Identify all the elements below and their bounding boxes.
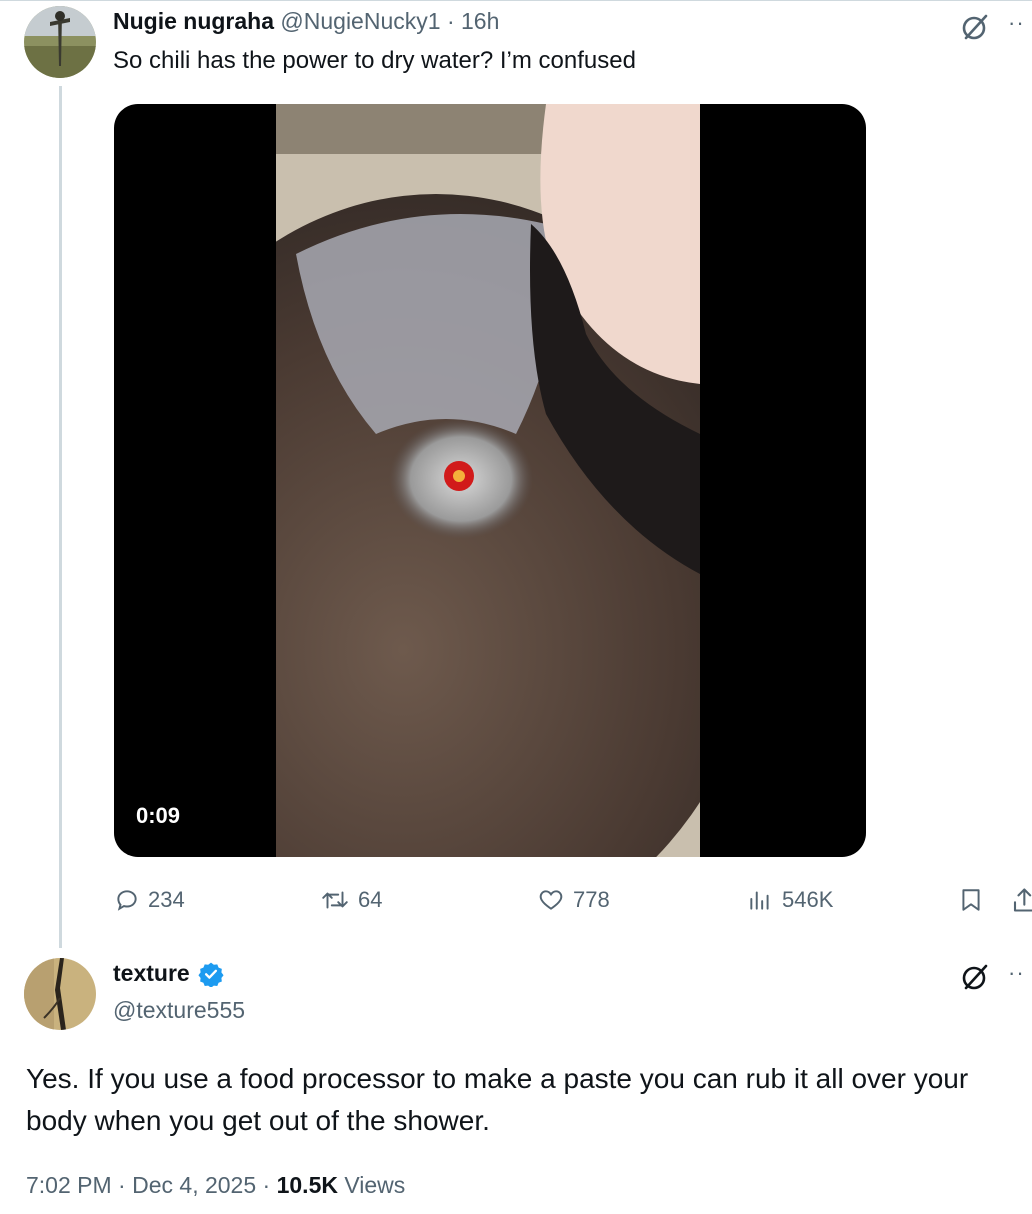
thread-line — [59, 86, 62, 948]
reply-author-name[interactable]: texture — [113, 960, 190, 987]
bookmark-button[interactable] — [958, 884, 992, 916]
share-button[interactable] — [1012, 884, 1032, 916]
views-count: 546K — [782, 887, 834, 912]
top-divider — [0, 0, 1032, 1]
parent-author-name[interactable]: Nugie nugraha — [113, 8, 274, 34]
grok-icon[interactable] — [960, 962, 990, 992]
retweet-button[interactable]: 64 — [320, 884, 382, 916]
reply-icon — [117, 890, 137, 911]
share-icon — [1013, 888, 1032, 912]
reply-time[interactable]: 7:02 PM — [26, 1172, 112, 1198]
video-frame — [276, 104, 700, 857]
heart-icon — [539, 890, 563, 910]
reply-date[interactable]: Dec 4, 2025 — [132, 1172, 256, 1198]
reply-meta: 7:02 PM · Dec 4, 2025 · 10.5K Views — [26, 1172, 405, 1199]
video-duration: 0:09 — [136, 803, 181, 828]
verified-badge-icon[interactable] — [198, 961, 224, 987]
analytics-icon — [750, 891, 769, 910]
more-icon[interactable]: ·· — [1008, 960, 1025, 986]
reply-views-count: 10.5K — [276, 1172, 338, 1198]
reply-button[interactable]: 234 — [114, 884, 185, 916]
like-count: 778 — [573, 887, 610, 912]
grok-icon[interactable] — [960, 12, 990, 42]
parent-timestamp[interactable]: 16h — [461, 8, 499, 34]
like-button[interactable]: 778 — [537, 884, 610, 916]
parent-header: Nugie nugraha @NugieNucky1 · 16h — [113, 8, 499, 35]
retweet-icon — [322, 891, 348, 909]
bookmark-icon — [962, 889, 980, 911]
parent-avatar[interactable] — [24, 6, 96, 78]
reply-count: 234 — [148, 887, 185, 912]
video-player[interactable]: 0:09 — [114, 104, 866, 857]
separator-dot: · — [262, 1172, 271, 1198]
parent-tweet-text: So chili has the power to dry water? I’m… — [113, 47, 636, 74]
separator-dot: · — [118, 1172, 126, 1198]
reply-author-handle[interactable]: @texture555 — [113, 997, 245, 1024]
separator-dot: · — [446, 8, 455, 34]
reply-avatar[interactable] — [24, 958, 96, 1030]
parent-author-handle[interactable]: @NugieNucky1 — [280, 8, 440, 34]
reply-author-row: texture — [113, 960, 224, 987]
more-icon[interactable]: ·· — [1008, 10, 1025, 36]
reply-views-label: Views — [344, 1172, 406, 1198]
reply-tweet-text: Yes. If you use a food processor to make… — [26, 1063, 969, 1136]
retweet-count: 64 — [358, 887, 383, 912]
views-button[interactable]: 546K — [746, 884, 833, 916]
